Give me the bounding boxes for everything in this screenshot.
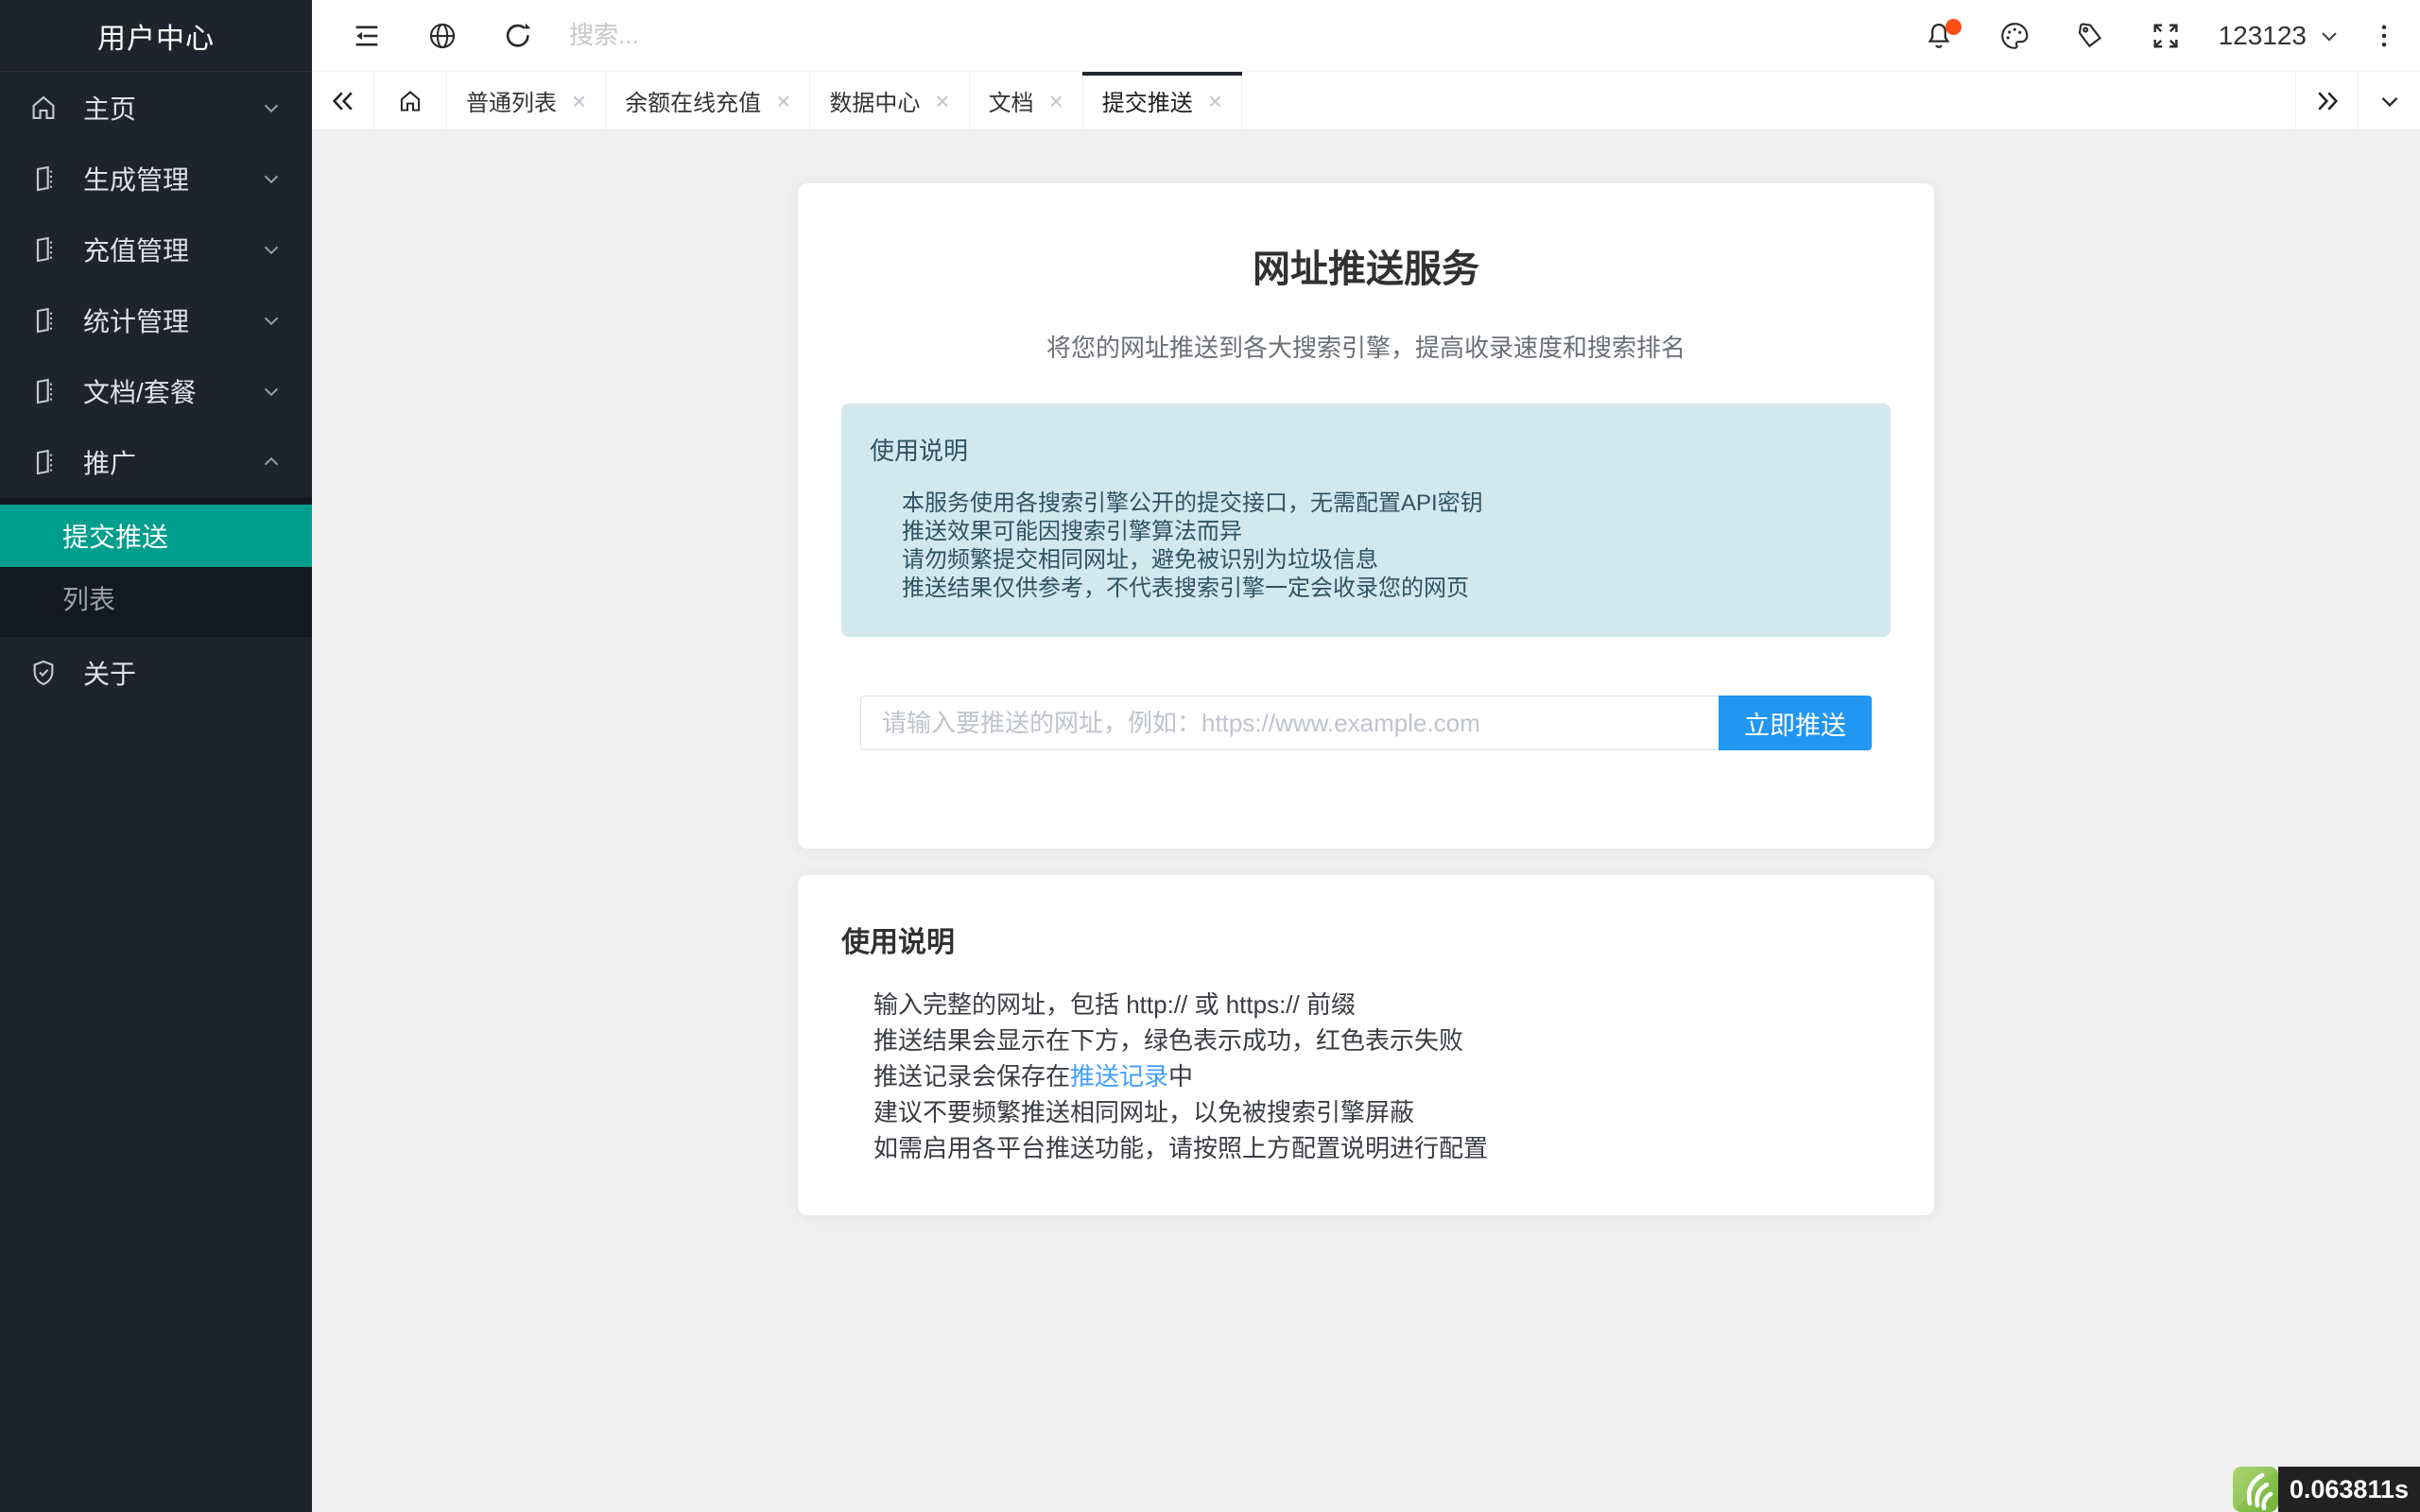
sidebar-subitem-submit-push[interactable]: 提交推送 <box>0 505 312 567</box>
promotion-submenu: 提交推送 列表 <box>0 497 312 637</box>
close-icon[interactable]: × <box>572 89 586 113</box>
tab-label: 余额在线充值 <box>625 84 761 117</box>
usage-notice-box: 使用说明 本服务使用各搜索引擎公开的提交接口，无需配置API密钥 推送效果可能因… <box>841 404 1891 637</box>
close-icon[interactable]: × <box>776 89 790 113</box>
theme-palette-button[interactable] <box>1977 0 2052 72</box>
sidebar-item-label: 充值管理 <box>83 231 259 268</box>
notice-line: 推送效果可能因搜索引擎算法而异 <box>870 518 1862 546</box>
thinkphp-debug-icon[interactable] <box>2233 1467 2278 1512</box>
sidebar: 用户中心 主页 生成管理 充值管理 统计管理 <box>0 0 312 1512</box>
usage-help-card: 使用说明 输入完整的网址，包括 http:// 或 https:// 前缀 推送… <box>798 875 1934 1215</box>
tabs-menu-button[interactable] <box>2358 72 2420 129</box>
tabbar-spacer <box>1242 72 2295 129</box>
sidebar-item-label: 生成管理 <box>83 160 259 198</box>
help-line: 建议不要频繁推送相同网址，以免被搜索引擎屏蔽 <box>841 1094 1891 1130</box>
main-content: 网址推送服务 将您的网址推送到各大搜索引擎，提高收录速度和搜索排名 使用说明 本… <box>312 130 2420 1512</box>
tab-data-center[interactable]: 数据中心 × <box>810 72 969 129</box>
help-line: 如需启用各平台推送功能，请按照上方配置说明进行配置 <box>841 1130 1891 1166</box>
app-title: 用户中心 <box>0 0 312 72</box>
chevron-up-icon <box>259 450 284 474</box>
chevron-down-icon <box>259 379 284 404</box>
help-line: 推送结果会显示在下方，绿色表示成功，红色表示失败 <box>841 1022 1891 1058</box>
sidebar-item-home[interactable]: 主页 <box>0 72 312 143</box>
page-subtitle: 将您的网址推送到各大搜索引擎，提高收录速度和搜索排名 <box>841 329 1891 364</box>
sidebar-item-recharge[interactable]: 充值管理 <box>0 214 312 284</box>
help-line-text: 推送记录会保存在 <box>873 1062 1070 1091</box>
help-list: 输入完整的网址，包括 http:// 或 https:// 前缀 推送结果会显示… <box>841 987 1891 1166</box>
tab-balance-recharge[interactable]: 余额在线充值 × <box>606 72 810 129</box>
document-icon <box>28 447 59 477</box>
collapse-sidebar-button[interactable] <box>329 0 405 72</box>
chevron-down-icon <box>259 308 284 333</box>
notice-title: 使用说明 <box>870 432 1862 467</box>
topbar: 123123 <box>312 0 2420 72</box>
sidebar-item-docs-packages[interactable]: 文档/套餐 <box>0 355 312 426</box>
notification-dot <box>1945 19 1962 35</box>
shield-check-icon <box>28 658 59 688</box>
help-title: 使用说明 <box>841 919 1891 960</box>
home-icon <box>397 88 424 114</box>
document-icon <box>28 305 59 335</box>
sidebar-item-promotion[interactable]: 推广 <box>0 426 312 497</box>
tab-docs[interactable]: 文档 × <box>970 72 1083 129</box>
close-icon[interactable]: × <box>1049 89 1063 113</box>
push-records-link[interactable]: 推送记录 <box>1070 1062 1168 1091</box>
search-input[interactable] <box>569 21 1901 50</box>
notice-line: 推送结果仅供参考，不代表搜索引擎一定会收录您的网页 <box>870 575 1862 603</box>
close-icon[interactable]: × <box>935 89 949 113</box>
help-line-text: 中 <box>1168 1062 1193 1091</box>
sidebar-item-about[interactable]: 关于 <box>0 637 312 708</box>
tab-home[interactable] <box>374 72 447 129</box>
page-title: 网址推送服务 <box>841 238 1891 293</box>
push-input-row: 立即推送 <box>860 696 1872 750</box>
notice-line: 请勿频繁提交相同网址，避免被识别为垃圾信息 <box>870 546 1862 575</box>
language-globe-button[interactable] <box>405 0 480 72</box>
home-icon <box>28 93 59 123</box>
tabs-scroll-left-button[interactable] <box>312 72 374 129</box>
sidebar-item-label: 关于 <box>83 654 284 692</box>
sidebar-item-label: 文档/套餐 <box>83 372 259 410</box>
sidebar-item-label: 主页 <box>83 89 259 127</box>
refresh-button[interactable] <box>480 0 556 72</box>
chevron-down-icon <box>259 237 284 262</box>
user-menu[interactable]: 123123 <box>2204 0 2358 72</box>
tab-label: 普通列表 <box>466 84 557 117</box>
tabs-scroll-right-button[interactable] <box>2295 72 2358 129</box>
chevron-down-icon <box>259 95 284 120</box>
tabbar: 普通列表 × 余额在线充值 × 数据中心 × 文档 × 提交推送 × <box>312 72 2420 130</box>
tab-label: 数据中心 <box>829 84 920 117</box>
username: 123123 <box>2219 21 2307 51</box>
document-icon <box>28 163 59 194</box>
sidebar-item-statistics[interactable]: 统计管理 <box>0 284 312 355</box>
sidebar-item-generate[interactable]: 生成管理 <box>0 143 312 214</box>
tab-normal-list[interactable]: 普通列表 × <box>447 72 606 129</box>
debug-toolbar: 0.063811s <box>2233 1467 2420 1512</box>
tab-label: 文档 <box>989 84 1034 117</box>
document-icon <box>28 234 59 265</box>
chevron-down-icon <box>2316 23 2342 49</box>
more-options-button[interactable] <box>2358 0 2411 72</box>
fullscreen-button[interactable] <box>2128 0 2204 72</box>
help-line: 输入完整的网址，包括 http:// 或 https:// 前缀 <box>841 987 1891 1022</box>
url-input[interactable] <box>860 696 1719 750</box>
close-icon[interactable]: × <box>1208 89 1222 113</box>
tab-submit-push[interactable]: 提交推送 × <box>1083 72 1242 129</box>
page-load-time[interactable]: 0.063811s <box>2278 1467 2420 1512</box>
tag-button[interactable] <box>2052 0 2128 72</box>
tab-label: 提交推送 <box>1102 84 1193 117</box>
chevron-down-icon <box>259 166 284 191</box>
sidebar-item-label: 推广 <box>83 443 259 481</box>
url-push-card: 网址推送服务 将您的网址推送到各大搜索引擎，提高收录速度和搜索排名 使用说明 本… <box>798 183 1934 849</box>
notifications-bell-button[interactable] <box>1901 0 1977 72</box>
sidebar-item-label: 统计管理 <box>83 301 259 339</box>
help-line: 推送记录会保存在推送记录中 <box>841 1058 1891 1094</box>
notice-line: 本服务使用各搜索引擎公开的提交接口，无需配置API密钥 <box>870 490 1862 518</box>
sidebar-subitem-list[interactable]: 列表 <box>0 567 312 629</box>
push-now-button[interactable]: 立即推送 <box>1719 696 1872 750</box>
document-icon <box>28 376 59 406</box>
